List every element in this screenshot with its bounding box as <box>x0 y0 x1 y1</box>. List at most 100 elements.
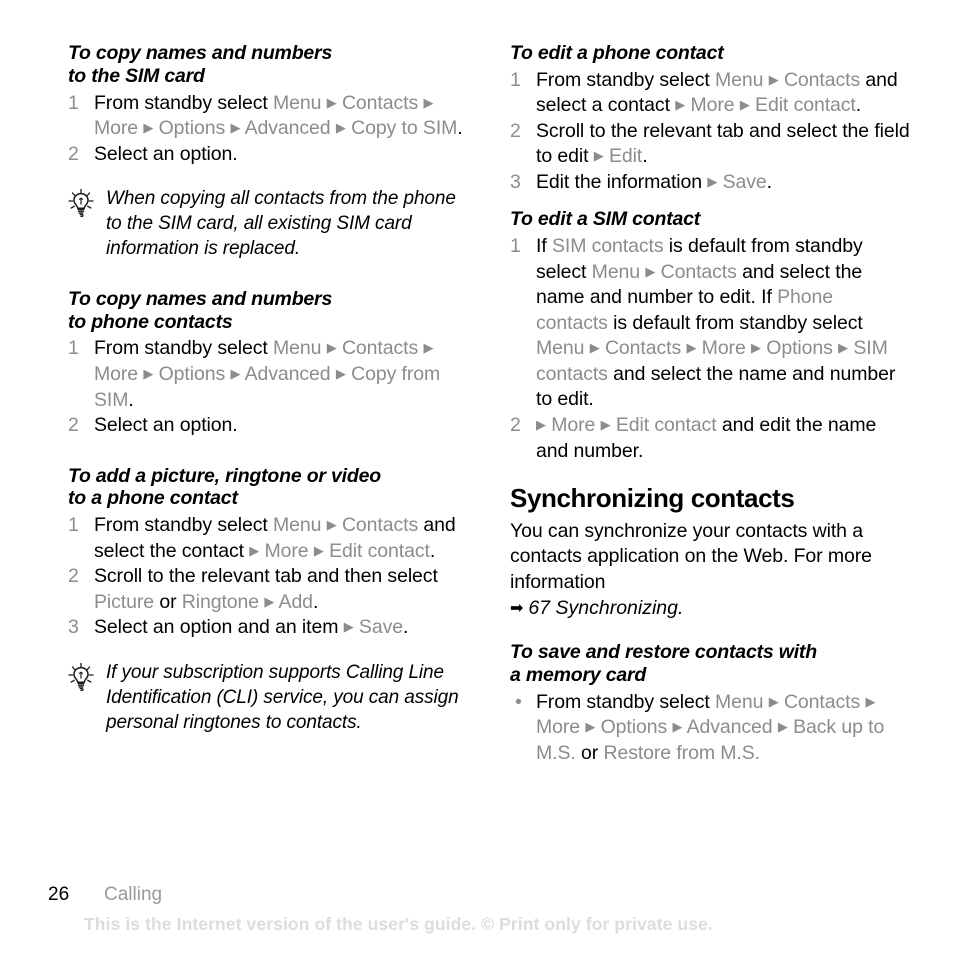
ui-element-name: Options <box>158 363 226 385</box>
heading-line-2: to the SIM card <box>68 64 205 87</box>
heading-line-1: To edit a phone contact <box>510 42 724 64</box>
list-marker: 2 <box>510 414 521 436</box>
cross-reference[interactable]: ➡ 67 Synchronizing. <box>510 596 910 622</box>
ui-element-name: More <box>264 539 309 562</box>
heading-line-1: To copy names and numbers <box>68 287 333 310</box>
body-text: Select an option and an item <box>94 616 344 639</box>
step-list: 1 From standby select Menu ▶ Contacts and… <box>510 68 910 196</box>
ui-element-name: Advanced <box>244 117 331 140</box>
list-marker: 1 <box>68 337 79 360</box>
step-list: 1 If SIM contacts is default from standby… <box>510 234 910 464</box>
list-marker: 1 <box>510 68 521 91</box>
body-text: Scroll to the relevant tab and then sele… <box>94 565 438 588</box>
ui-element-name: More <box>536 716 581 739</box>
ui-element-name: More <box>690 94 735 117</box>
ui-element-name: More <box>551 414 596 436</box>
list-item: • From standby select Menu ▶ Contacts ▶ M… <box>510 690 910 767</box>
body-text: . <box>766 170 772 193</box>
procedure-heading: To copy names and numbers to phone conta… <box>68 288 468 334</box>
body-text: From standby select <box>536 68 715 91</box>
list-item: 1 If SIM contacts is default from standby… <box>510 234 910 413</box>
body-text: . <box>457 117 463 140</box>
ui-element-name: Contacts <box>783 690 861 713</box>
triangle-separator-icon: ▶ <box>768 693 779 709</box>
triangle-separator-icon: ▶ <box>335 366 346 381</box>
triangle-separator-icon: ▶ <box>326 517 337 533</box>
ui-element-name: Contacts <box>604 337 682 360</box>
procedure-copy-to-sim: To copy names and numbers to the SIM car… <box>68 42 468 167</box>
ui-element-name: More <box>701 337 746 360</box>
section-heading: Synchronizing contacts <box>510 483 795 514</box>
procedure-add-picture-ringtone: To add a picture, ringtone or video to a… <box>68 465 468 641</box>
ui-element-name: Edit contact <box>755 94 856 117</box>
ui-element-name: Contacts <box>341 91 419 114</box>
list-item: 1 From standby select Menu ▶ Contacts ▶ M… <box>68 91 468 142</box>
ui-element-name: Options <box>766 337 833 360</box>
ui-element-name: Menu <box>273 91 322 114</box>
list-item: 3 Select an option and an item ▶ Save. <box>68 615 468 641</box>
list-item: 2 Select an option. <box>68 142 468 168</box>
manual-page: To copy names and numbers to the SIM car… <box>0 0 954 954</box>
body-text: From standby select <box>94 337 273 360</box>
body-text: . <box>642 145 648 168</box>
triangle-separator-icon: ▶ <box>865 693 876 709</box>
ui-element-name: Menu <box>715 68 764 91</box>
body-text: . <box>855 94 862 117</box>
list-item: 2 Scroll to the relevant tab and then sel… <box>68 564 468 615</box>
ui-element-name: Options <box>600 716 668 739</box>
body-text: . <box>312 590 319 613</box>
ui-element-name: Ringtone <box>181 590 260 613</box>
ui-element-name: Advanced <box>244 363 331 385</box>
triangle-separator-icon: ▶ <box>585 719 596 735</box>
ui-element-name: Contacts <box>341 337 419 360</box>
lightbulb-icon <box>66 188 96 218</box>
arrow-right-icon: ➡ <box>510 599 524 617</box>
triangle-separator-icon: ▶ <box>423 94 434 110</box>
heading-line-2: to a phone contact <box>68 487 238 510</box>
section-synchronizing-contacts: Synchronizing contacts You can synchroni… <box>510 483 910 622</box>
heading-line-1: To edit a SIM contact <box>510 208 701 231</box>
body-text: Edit the information <box>536 170 708 193</box>
triangle-separator-icon: ▶ <box>249 542 260 558</box>
page-number: 26 <box>48 884 70 905</box>
list-marker: 1 <box>68 91 79 114</box>
ui-element-name: Picture <box>94 590 154 613</box>
body-text: Select an option. <box>94 414 238 437</box>
triangle-separator-icon: ▶ <box>313 542 324 558</box>
triangle-separator-icon: ▶ <box>751 340 761 356</box>
triangle-separator-icon: ▶ <box>335 120 346 136</box>
triangle-separator-icon: ▶ <box>589 340 600 356</box>
list-marker: • <box>515 690 522 713</box>
watermark-notice: This is the Internet version of the user… <box>84 914 713 934</box>
procedure-heading: To copy names and numbers to the SIM car… <box>68 42 468 88</box>
list-marker: 2 <box>68 565 79 588</box>
triangle-separator-icon: ▶ <box>230 366 241 381</box>
body-text: Select an option. <box>94 142 238 165</box>
triangle-separator-icon: ▶ <box>343 619 354 635</box>
body-text: From standby select <box>94 91 273 114</box>
triangle-separator-icon: ▶ <box>686 340 697 356</box>
ui-element-name: Contacts <box>783 68 861 91</box>
list-item: 3 Edit the information ▶ Save. <box>510 170 910 196</box>
section-body: You can synchronize your contacts with a… <box>510 519 872 594</box>
procedure-heading: To save and restore contacts with a memo… <box>510 641 910 687</box>
step-list: • From standby select Menu ▶ Contacts ▶ M… <box>510 690 910 767</box>
procedure-save-restore-memory-card: To save and restore contacts with a memo… <box>510 641 910 766</box>
heading-line-2: to phone contacts <box>68 310 233 333</box>
list-marker: 1 <box>68 514 79 537</box>
triangle-separator-icon: ▶ <box>143 366 154 381</box>
list-item: 1 From standby select Menu ▶ Contacts and… <box>510 68 910 119</box>
procedure-copy-from-sim: To copy names and numbers to phone conta… <box>68 288 468 439</box>
cross-reference-label: 67 Synchronizing. <box>528 596 684 619</box>
ui-element-name: Edit contact <box>329 539 430 562</box>
triangle-separator-icon: ▶ <box>423 340 434 356</box>
body-text: If <box>536 235 552 258</box>
triangle-separator-icon: ▶ <box>672 719 683 735</box>
ui-element-name: Menu <box>715 690 764 713</box>
triangle-separator-icon: ▶ <box>264 593 275 609</box>
tip-text: When copying all contacts from the phone… <box>106 188 456 259</box>
list-item: 2 Scroll to the relevant tab and select t… <box>510 119 910 170</box>
ui-element-name: Contacts <box>341 514 419 537</box>
procedure-heading: To edit a SIM contact <box>510 208 910 231</box>
ui-element-name: Save <box>722 170 767 193</box>
